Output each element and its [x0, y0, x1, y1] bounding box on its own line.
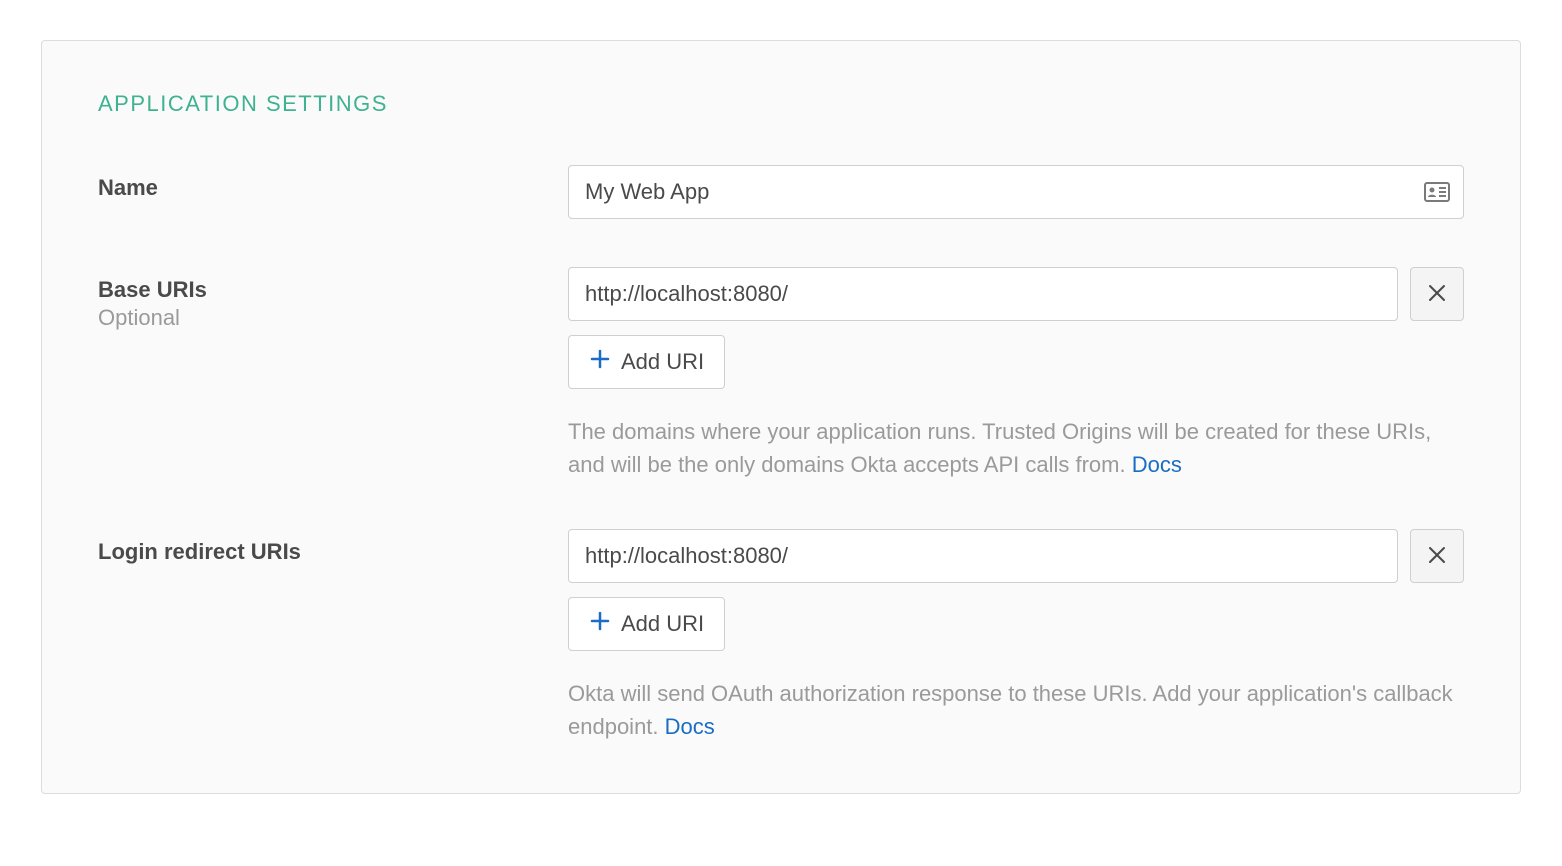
- login-redirect-uris-input-col: Add URI Okta will send OAuth authorizati…: [568, 529, 1464, 743]
- name-input[interactable]: [568, 165, 1464, 219]
- base-uris-label: Base URIs: [98, 277, 568, 303]
- add-login-redirect-uri-label: Add URI: [621, 611, 704, 637]
- plus-icon: [589, 348, 611, 376]
- close-icon: [1427, 283, 1447, 306]
- login-redirect-uri-input[interactable]: [568, 529, 1398, 583]
- name-input-wrap: [568, 165, 1464, 219]
- login-redirect-uris-help-text: Okta will send OAuth authorization respo…: [568, 677, 1464, 743]
- login-redirect-uris-docs-link[interactable]: Docs: [665, 714, 715, 739]
- base-uris-help-text: The domains where your application runs.…: [568, 415, 1464, 481]
- remove-base-uri-button[interactable]: [1410, 267, 1464, 321]
- base-uri-input-row: [568, 267, 1464, 321]
- close-icon: [1427, 545, 1447, 568]
- base-uri-input[interactable]: [568, 267, 1398, 321]
- base-uris-label-col: Base URIs Optional: [98, 267, 568, 331]
- remove-login-redirect-uri-button[interactable]: [1410, 529, 1464, 583]
- name-label: Name: [98, 175, 568, 201]
- login-redirect-uri-input-row: [568, 529, 1464, 583]
- add-base-uri-button[interactable]: Add URI: [568, 335, 725, 389]
- plus-icon: [589, 610, 611, 638]
- name-field-row: Name: [98, 165, 1464, 219]
- add-base-uri-label: Add URI: [621, 349, 704, 375]
- login-redirect-uris-label: Login redirect URIs: [98, 539, 568, 565]
- base-uris-input-col: Add URI The domains where your applicati…: [568, 267, 1464, 481]
- application-settings-panel: APPLICATION SETTINGS Name: [41, 40, 1521, 794]
- login-redirect-uris-label-col: Login redirect URIs: [98, 529, 568, 565]
- section-title: APPLICATION SETTINGS: [98, 91, 1464, 117]
- base-uris-sublabel: Optional: [98, 305, 568, 331]
- base-uris-help-body: The domains where your application runs.…: [568, 419, 1431, 477]
- name-label-col: Name: [98, 165, 568, 201]
- name-input-col: [568, 165, 1464, 219]
- base-uris-docs-link[interactable]: Docs: [1132, 452, 1182, 477]
- login-redirect-uris-field-row: Login redirect URIs: [98, 529, 1464, 743]
- base-uris-field-row: Base URIs Optional: [98, 267, 1464, 481]
- add-login-redirect-uri-button[interactable]: Add URI: [568, 597, 725, 651]
